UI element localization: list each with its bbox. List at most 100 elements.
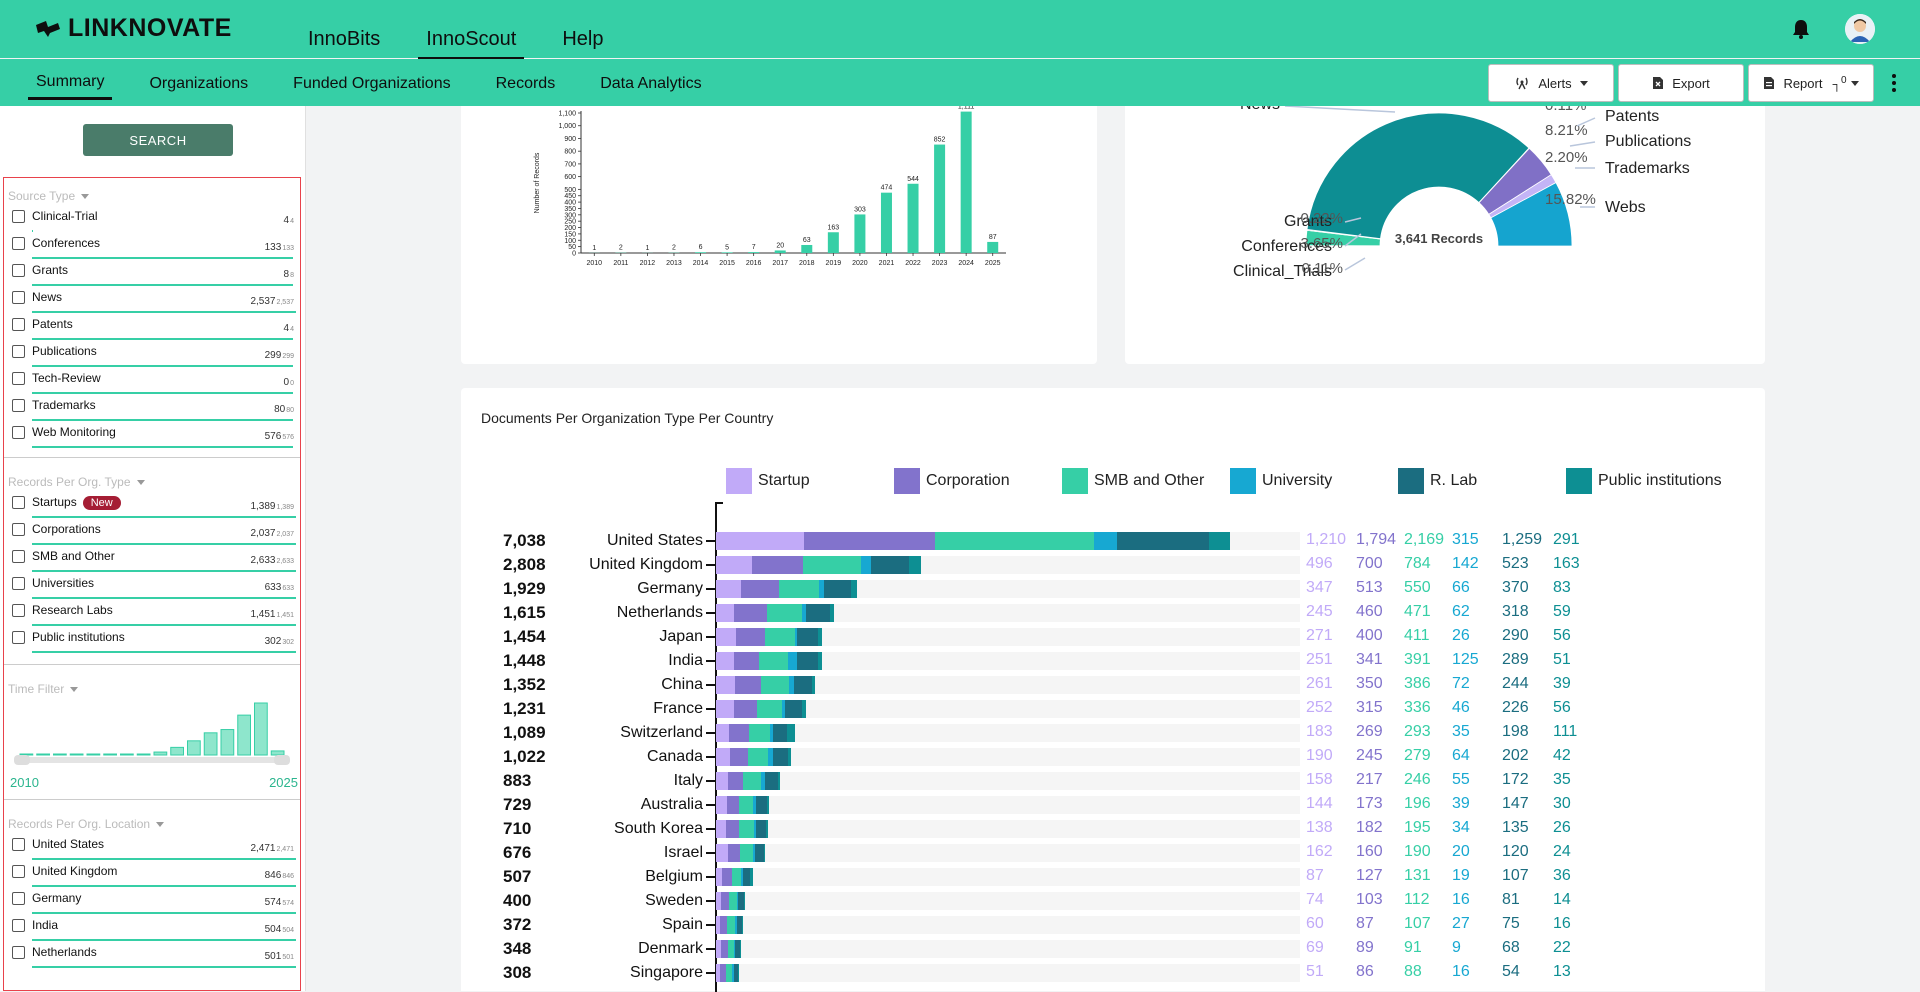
filter-checkbox[interactable] <box>12 345 25 358</box>
bar-segment[interactable] <box>1117 532 1209 550</box>
bar-segment[interactable] <box>716 652 734 670</box>
bar-segment[interactable] <box>851 580 857 598</box>
main-nav-help[interactable]: Help <box>554 20 611 60</box>
bar-segment[interactable] <box>803 556 860 574</box>
bar-segment[interactable] <box>750 868 753 886</box>
country-row[interactable]: 1,352China2613503867224439 <box>461 673 1765 697</box>
bar-segment[interactable] <box>749 724 770 742</box>
filter-option[interactable]: Germany574574 <box>8 888 296 915</box>
bar-segment[interactable] <box>716 676 735 694</box>
year-bar[interactable] <box>881 193 892 253</box>
bar-segment[interactable] <box>716 772 728 790</box>
bar-segment[interactable] <box>764 844 766 862</box>
bar-segment[interactable] <box>742 916 743 934</box>
legend-item[interactable]: Startup <box>726 468 810 494</box>
bar-segment[interactable] <box>727 916 735 934</box>
export-button[interactable]: Export <box>1618 64 1744 102</box>
filter-option[interactable]: Web Monitoring576576 <box>8 422 296 449</box>
bar-segment[interactable] <box>740 844 754 862</box>
country-row[interactable]: 1,454Japan2714004112629056 <box>461 625 1765 649</box>
year-bar[interactable] <box>908 184 919 253</box>
bar-segment[interactable] <box>812 676 815 694</box>
bar-segment[interactable] <box>740 940 742 958</box>
bar-segment[interactable] <box>794 676 812 694</box>
bar-segment[interactable] <box>743 772 761 790</box>
bar-segment[interactable] <box>788 652 797 670</box>
bar-segment[interactable] <box>757 700 782 718</box>
bar-segment[interactable] <box>743 868 751 886</box>
org-type-header[interactable]: Records Per Org. Type <box>8 472 300 492</box>
bar-segment[interactable] <box>739 820 753 838</box>
filter-option[interactable]: Corporations2,0372,037 <box>8 519 296 546</box>
bar-segment[interactable] <box>778 772 781 790</box>
year-bar[interactable] <box>934 145 945 253</box>
filter-checkbox[interactable] <box>12 550 25 563</box>
country-row[interactable]: 1,615Netherlands2454604716231859 <box>461 601 1765 625</box>
country-row[interactable]: 348Denmark69899196822 <box>461 937 1765 961</box>
bar-segment[interactable] <box>722 868 731 886</box>
bar-segment[interactable] <box>734 652 759 670</box>
bar-segment[interactable] <box>729 724 749 742</box>
country-row[interactable]: 729Australia1441731963914730 <box>461 793 1765 817</box>
bar-segment[interactable] <box>1209 532 1230 550</box>
country-row[interactable]: 1,929Germany3475135506637083 <box>461 577 1765 601</box>
bar-segment[interactable] <box>861 556 871 574</box>
country-row[interactable]: 1,231France2523153364622656 <box>461 697 1765 721</box>
year-bar[interactable] <box>801 245 812 253</box>
bar-segment[interactable] <box>728 844 740 862</box>
filter-checkbox[interactable] <box>12 496 25 509</box>
filter-option[interactable]: News2,5372,537 <box>8 287 296 314</box>
filter-checkbox[interactable] <box>12 399 25 412</box>
bar-segment[interactable] <box>830 604 834 622</box>
filter-checkbox[interactable] <box>12 604 25 617</box>
bar-segment[interactable] <box>716 556 752 574</box>
bar-segment[interactable] <box>759 652 788 670</box>
bar-segment[interactable] <box>741 580 778 598</box>
bar-segment[interactable] <box>788 748 791 766</box>
bar-segment[interactable] <box>871 556 909 574</box>
country-row[interactable]: 400Sweden74103112168114 <box>461 889 1765 913</box>
bar-segment[interactable] <box>732 868 742 886</box>
more-options-icon[interactable] <box>1890 73 1898 93</box>
bar-segment[interactable] <box>726 820 739 838</box>
app-logo[interactable]: LINKNOVATE <box>34 14 232 43</box>
filter-checkbox[interactable] <box>12 237 25 250</box>
filter-option[interactable]: Conferences133133 <box>8 233 296 260</box>
bar-segment[interactable] <box>756 796 767 814</box>
filter-option[interactable]: Publications299299 <box>8 341 296 368</box>
bar-segment[interactable] <box>716 820 726 838</box>
filter-option[interactable]: Tech-Review00 <box>8 368 296 395</box>
bar-segment[interactable] <box>755 844 764 862</box>
filter-checkbox[interactable] <box>12 264 25 277</box>
bar-segment[interactable] <box>716 580 741 598</box>
tab-summary[interactable]: Summary <box>28 65 112 100</box>
bell-icon[interactable] <box>1791 18 1811 40</box>
bar-segment[interactable] <box>728 772 744 790</box>
filter-option[interactable]: United States2,4712,471 <box>8 834 296 861</box>
filter-option[interactable]: Netherlands501501 <box>8 942 296 969</box>
bar-segment[interactable] <box>730 748 748 766</box>
time-slider-track[interactable] <box>14 757 290 763</box>
filter-option[interactable]: Grants88 <box>8 260 296 287</box>
bar-segment[interactable] <box>767 604 801 622</box>
report-button[interactable]: Report ┐0 <box>1748 64 1874 102</box>
source-type-header[interactable]: Source Type <box>8 186 300 206</box>
bar-segment[interactable] <box>716 628 736 646</box>
bar-segment[interactable] <box>824 580 851 598</box>
bar-segment[interactable] <box>716 604 734 622</box>
country-row[interactable]: 883Italy1582172465517235 <box>461 769 1765 793</box>
bar-segment[interactable] <box>765 628 795 646</box>
year-bar[interactable] <box>722 252 733 253</box>
bar-segment[interactable] <box>785 700 802 718</box>
bar-segment[interactable] <box>766 820 768 838</box>
country-row[interactable]: 372Spain6087107277516 <box>461 913 1765 937</box>
time-slider-end-handle[interactable] <box>274 755 290 765</box>
country-row[interactable]: 1,089Switzerland18326929335198111 <box>461 721 1765 745</box>
filter-checkbox[interactable] <box>12 838 25 851</box>
bar-segment[interactable] <box>748 748 768 766</box>
filter-checkbox[interactable] <box>12 577 25 590</box>
bar-segment[interactable] <box>716 724 729 742</box>
filter-checkbox[interactable] <box>12 426 25 439</box>
tab-data-analytics[interactable]: Data Analytics <box>592 67 709 99</box>
bar-segment[interactable] <box>744 892 745 910</box>
